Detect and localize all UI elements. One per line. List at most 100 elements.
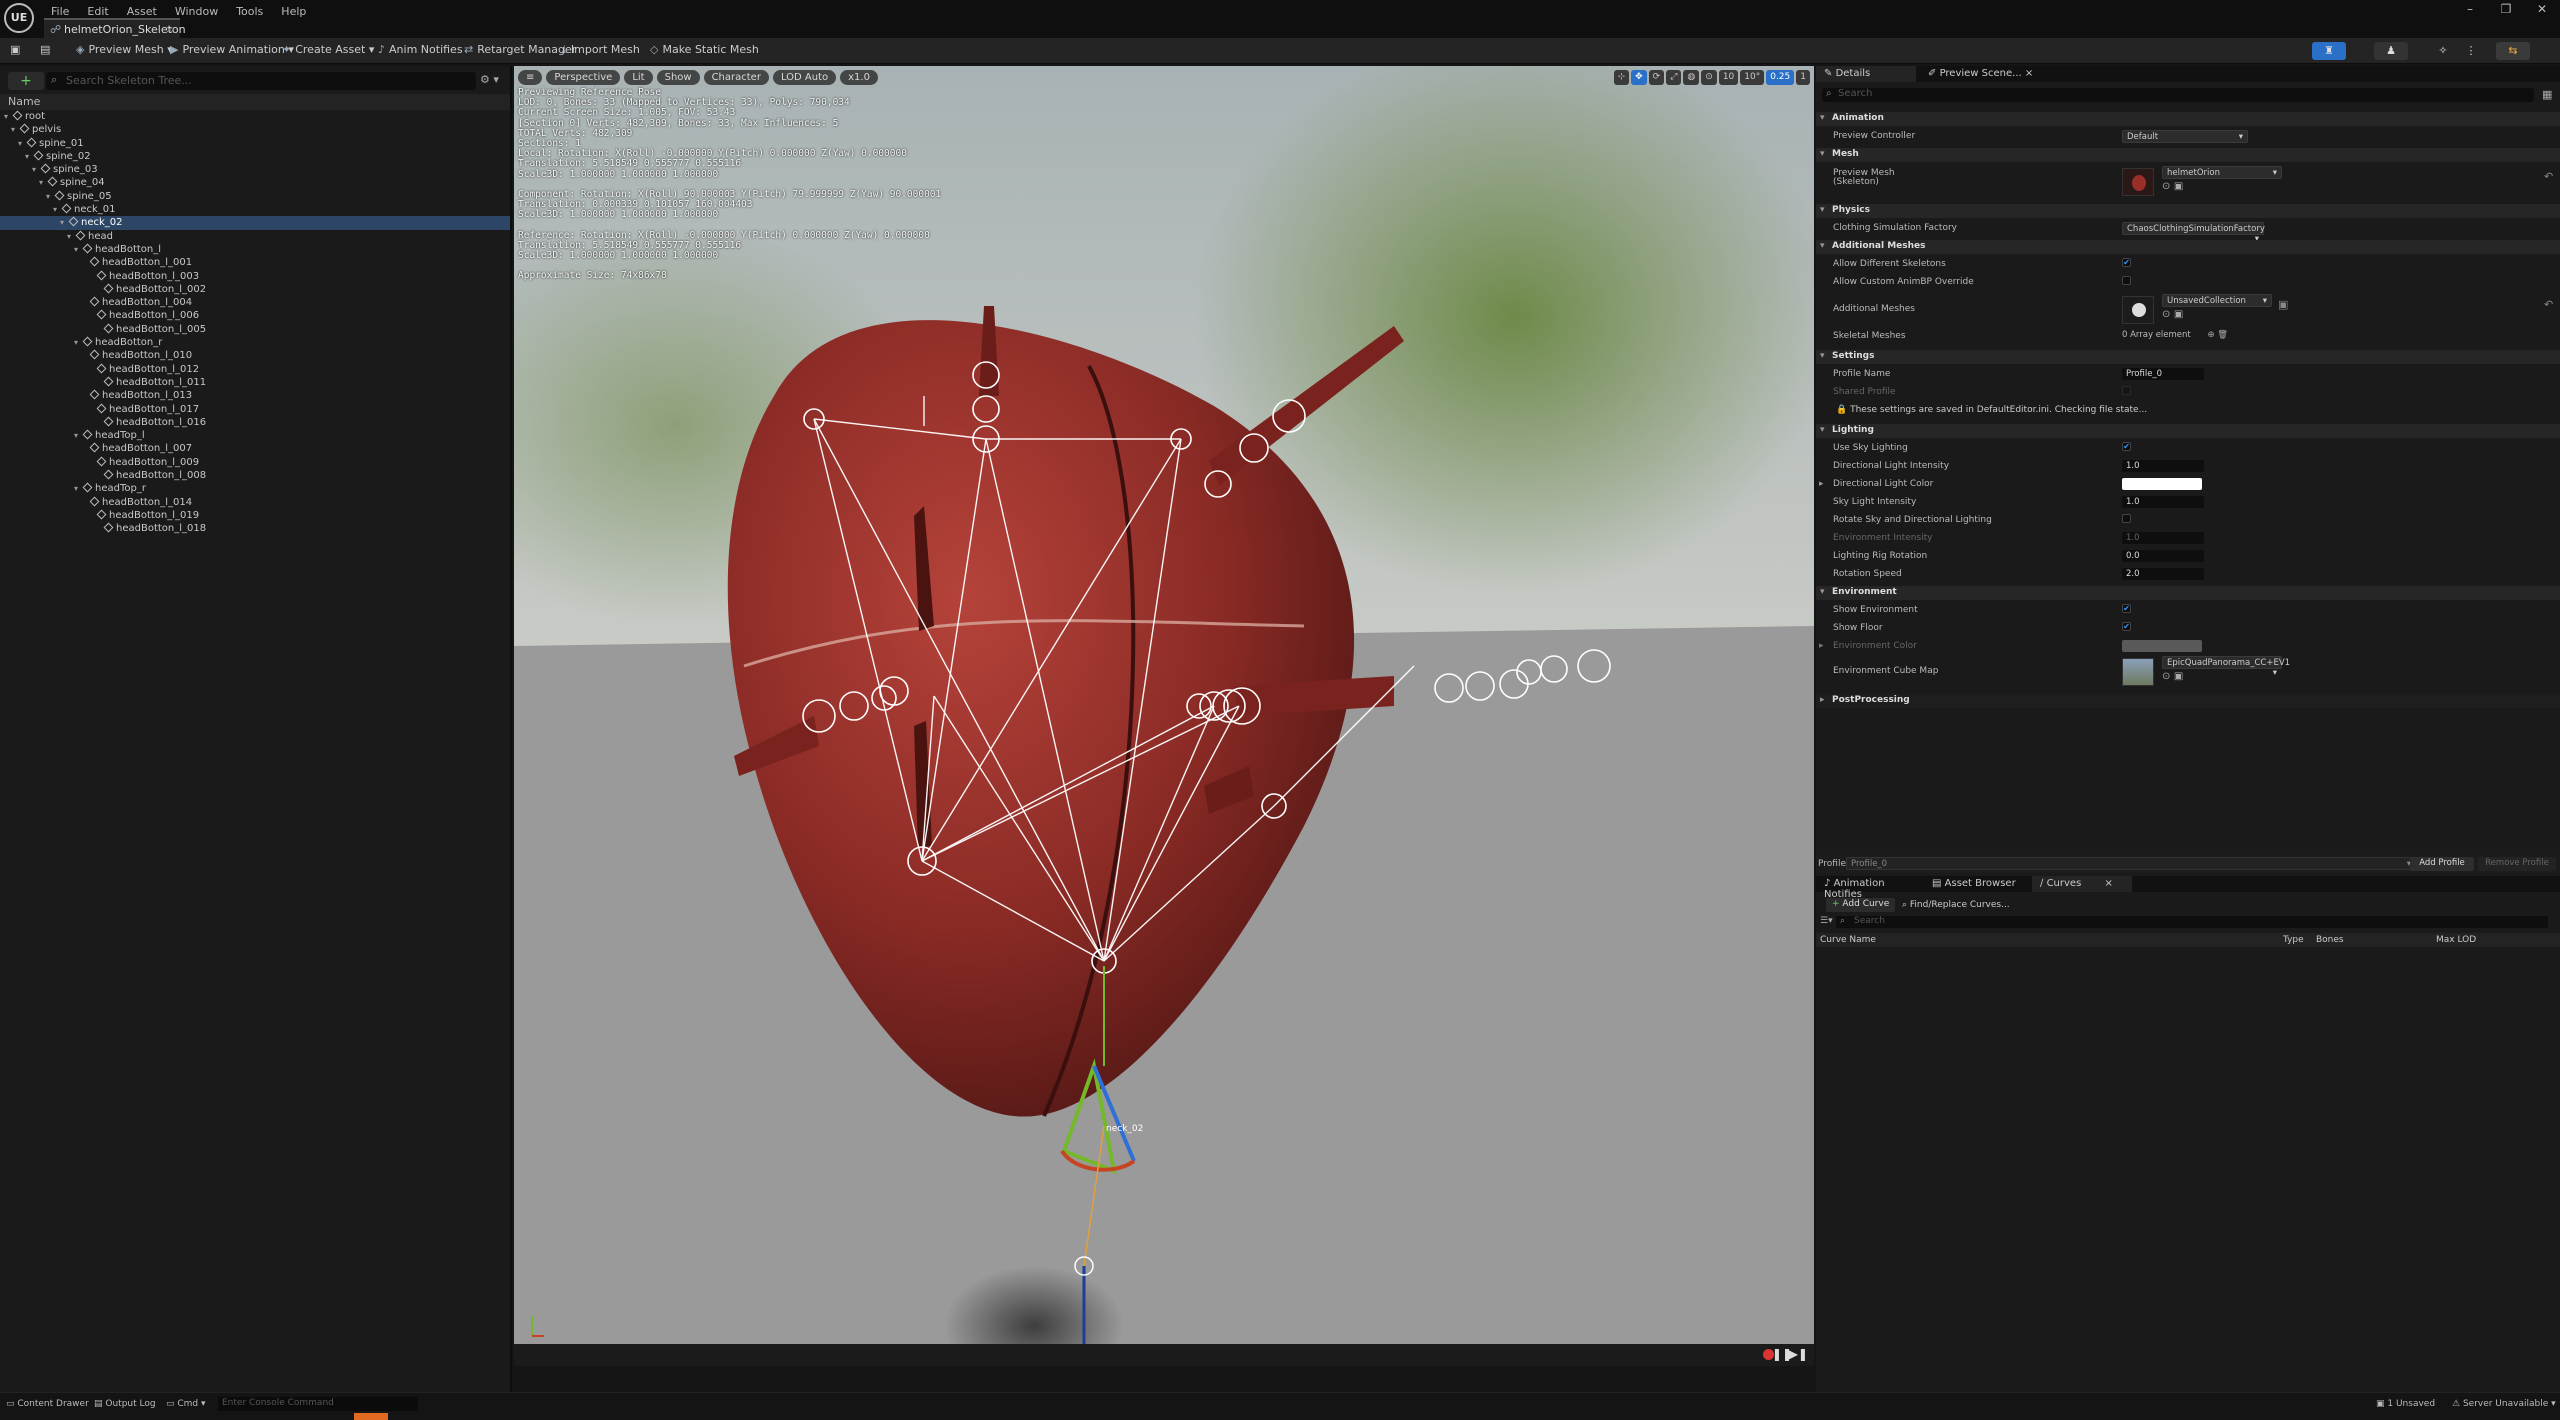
bone-row[interactable]: ▾ headBotton_r — [0, 336, 510, 349]
expand-icon[interactable]: ▸ — [1819, 641, 1824, 651]
shared-profile-checkbox[interactable] — [2122, 386, 2131, 395]
world-local-icon[interactable]: ◍ — [1683, 70, 1700, 85]
section-lighting[interactable]: ▾ Lighting — [1816, 424, 2560, 438]
rotate-sky-checkbox[interactable] — [2122, 514, 2131, 523]
close-tab-icon[interactable]: × — [2104, 878, 2112, 889]
bone-row[interactable]: headBotton_l_013 — [0, 389, 510, 402]
skeleton-mode-button[interactable]: ♜ — [2312, 42, 2346, 60]
grid-snap-button[interactable]: 10 — [1718, 70, 1739, 85]
rotation-snap-button[interactable]: 10° — [1740, 70, 1765, 85]
bone-row[interactable]: headBotton_l_016 — [0, 416, 510, 429]
browse-icon[interactable]: ▤ — [40, 43, 50, 60]
more-options-icon[interactable]: ⋮ — [2454, 42, 2488, 60]
bone-row[interactable]: headBotton_l_008 — [0, 469, 510, 482]
save-collection-icon[interactable]: ▣ — [2278, 298, 2288, 311]
tab-animation-notifies[interactable]: ♪ Animation Notifies — [1816, 876, 1920, 900]
minimize-icon[interactable]: – — [2452, 0, 2488, 18]
expand-arrow-icon[interactable]: ▾ — [74, 243, 82, 256]
preview-mesh-thumbnail[interactable] — [2122, 168, 2154, 196]
bone-row[interactable]: headBotton_l_018 — [0, 522, 510, 535]
cmd-dropdown[interactable]: ▭ Cmd ▾ — [166, 1399, 206, 1409]
details-search-input[interactable]: ⌕ Search — [1822, 88, 2534, 102]
curves-search-input[interactable]: ⌕ Search — [1836, 916, 2548, 928]
expand-icon[interactable]: ▸ — [1819, 479, 1824, 489]
add-curve-button[interactable]: + Add Curve — [1826, 898, 1896, 912]
expand-arrow-icon[interactable]: ▾ — [74, 429, 82, 442]
surface-snap-icon[interactable]: ⊙ — [1701, 70, 1717, 85]
profile-name-input[interactable]: Profile_0 — [2122, 368, 2204, 380]
col-max-lod[interactable]: Max LOD — [2436, 935, 2476, 945]
expand-arrow-icon[interactable]: ▾ — [60, 216, 68, 229]
expand-arrow-icon[interactable]: ▾ — [25, 150, 33, 163]
bone-row[interactable]: ▾ spine_01 — [0, 137, 510, 150]
close-tab-icon[interactable]: × — [165, 23, 174, 36]
expand-arrow-icon[interactable]: ▾ — [4, 110, 12, 123]
source-control-button[interactable]: ⚠ Server Unavailable ▾ — [2452, 1399, 2556, 1409]
section-animation[interactable]: ▾ Animation — [1816, 112, 2560, 126]
viewport-menu-button[interactable]: ≡ — [518, 70, 543, 85]
lod-button[interactable]: LOD Auto — [772, 70, 837, 85]
bone-row[interactable]: ▾ spine_02 — [0, 150, 510, 163]
bone-row[interactable]: headBotton_l_002 — [0, 283, 510, 296]
maximize-icon[interactable]: ❐ — [2488, 0, 2524, 18]
bone-row[interactable]: ▾ spine_05 — [0, 190, 510, 203]
console-command-input[interactable]: Enter Console Command — [218, 1397, 418, 1411]
reset-to-default-icon[interactable]: ↶ — [2544, 170, 2553, 183]
create-asset-button[interactable]: ✦ Create Asset ▾ — [282, 43, 374, 60]
expand-arrow-icon[interactable]: ▾ — [11, 123, 19, 136]
lighting-rig-rotation-input[interactable]: 0.0 — [2122, 550, 2204, 562]
show-environment-checkbox[interactable]: ✔ — [2122, 604, 2131, 613]
select-icon[interactable]: ⊹ — [1613, 70, 1630, 85]
environment-color-swatch[interactable] — [2122, 640, 2202, 652]
sky-light-intensity-input[interactable]: 1.0 — [2122, 496, 2204, 508]
close-tab-icon[interactable]: × — [2025, 68, 2033, 79]
bone-row[interactable]: headBotton_l_003 — [0, 270, 510, 283]
expand-arrow-icon[interactable]: ▾ — [39, 176, 47, 189]
tab-asset-browser[interactable]: ▤ Asset Browser — [1924, 876, 2028, 892]
show-button[interactable]: Show — [656, 70, 700, 85]
add-bone-button[interactable]: + — [8, 72, 44, 90]
scale-icon[interactable]: ⤢ — [1666, 70, 1682, 85]
use-selected-icon[interactable]: ⊙ — [2162, 309, 2170, 320]
anim-notifies-button[interactable]: ♪ Anim Notifies — [378, 43, 463, 60]
rotation-speed-input[interactable]: 2.0 — [2122, 568, 2204, 580]
asset-tab[interactable]: ☍ helmetOrion_Skeleton × — [44, 18, 186, 38]
clothing-factory-dropdown[interactable]: ChaosClothingSimulationFactory ▾ — [2122, 222, 2265, 244]
bone-row[interactable]: headBotton_l_011 — [0, 376, 510, 389]
bone-row[interactable]: headBotton_l_014 — [0, 496, 510, 509]
menu-help[interactable]: Help — [274, 3, 313, 20]
directional-light-intensity-input[interactable]: 1.0 — [2122, 460, 2204, 472]
camera-speed-button[interactable]: 1 — [1796, 70, 1810, 85]
tab-details[interactable]: ✎ Details — [1816, 66, 1916, 82]
step-forward-icon[interactable]: ▶❚ — [1789, 1347, 1808, 1361]
reset-to-default-icon[interactable]: ↶ — [2544, 298, 2553, 311]
expand-arrow-icon[interactable]: ▾ — [74, 482, 82, 495]
save-icon[interactable]: ▣ — [10, 43, 20, 60]
find-replace-curves-button[interactable]: ⌕ Find/Replace Curves... — [1902, 900, 2010, 910]
browse-asset-icon[interactable]: ▣ — [2174, 181, 2183, 192]
use-selected-icon[interactable]: ⊙ — [2162, 671, 2170, 682]
scale-snap-button[interactable]: 0.25 — [1766, 70, 1795, 85]
bone-row[interactable]: ▾ spine_04 — [0, 176, 510, 189]
add-element-icon[interactable]: ⊕ — [2207, 330, 2214, 340]
bone-row[interactable]: headBotton_l_019 — [0, 509, 510, 522]
bone-row[interactable]: ▾ headTop_r — [0, 482, 510, 495]
unreal-logo-icon[interactable]: UE — [4, 3, 34, 33]
additional-meshes-dropdown[interactable]: UnsavedCollection ▾ — [2162, 294, 2272, 307]
make-static-mesh-button[interactable]: ◇ Make Static Mesh — [650, 43, 759, 60]
close-window-icon[interactable]: ✕ — [2524, 0, 2560, 18]
gear-icon[interactable]: ⚙ ▾ — [480, 73, 499, 86]
bone-row[interactable]: headBotton_l_009 — [0, 456, 510, 469]
rotate-icon[interactable]: ⟳ — [1648, 70, 1665, 85]
col-curve-name[interactable]: Curve Name — [1820, 935, 1876, 945]
use-selected-icon[interactable]: ⊙ — [2162, 181, 2170, 192]
bone-row[interactable]: headBotton_l_007 — [0, 442, 510, 455]
directional-light-color-swatch[interactable] — [2122, 478, 2202, 490]
col-bones[interactable]: Bones — [2316, 935, 2344, 945]
output-log-button[interactable]: ▤ Output Log — [94, 1399, 156, 1409]
bone-row[interactable]: ▾ headTop_l — [0, 429, 510, 442]
preview-mesh-button[interactable]: ◈ Preview Mesh ▾ — [76, 43, 173, 60]
show-floor-checkbox[interactable]: ✔ — [2122, 622, 2131, 631]
preview-animation-button[interactable]: ▶ Preview Animation ▾ — [170, 43, 294, 60]
content-drawer-button[interactable]: ▭ Content Drawer — [6, 1399, 89, 1409]
